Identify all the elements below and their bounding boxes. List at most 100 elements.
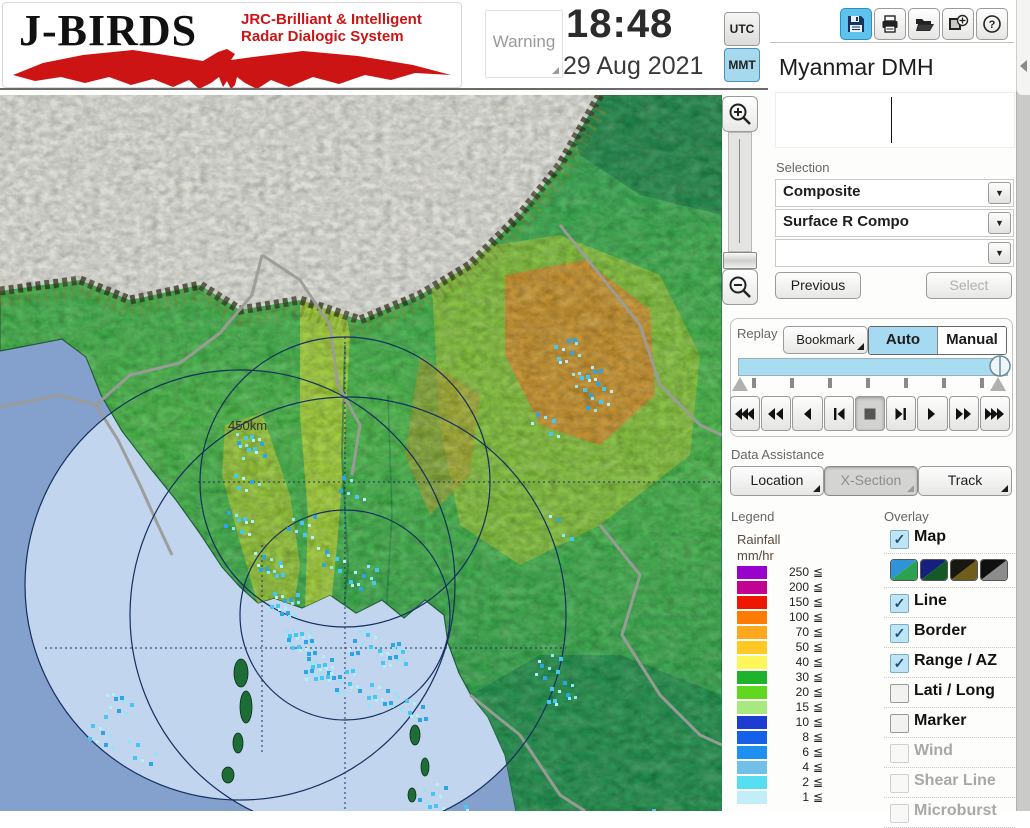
menu-corner-icon [813,485,820,492]
auto-button[interactable]: Auto [869,327,937,354]
legend-color-swatch [737,776,767,789]
eagle-logo-icon [13,49,451,89]
microburst-label: Microburst [914,802,997,819]
line-checkbox[interactable]: ✓ [890,594,909,613]
utc-button[interactable]: UTC [724,12,760,46]
overlay-row-map: ✓ Map [884,524,1015,554]
svg-text:?: ? [989,19,996,31]
legend-value: 70 [795,625,809,639]
legend-value: 150 [788,595,809,609]
step-forward-button[interactable] [886,396,917,431]
dropdown-composite[interactable]: Composite ▼ [775,179,1014,207]
lati-long-checkbox[interactable] [890,684,909,703]
map-style-icon [891,560,917,580]
legend-row: 200 ≦ [737,580,837,595]
chevron-down-icon[interactable]: ▼ [988,182,1011,204]
x-section-button[interactable]: X-Section [824,466,918,496]
select-button[interactable]: Select [926,272,1012,299]
map-style-selector [884,554,1015,588]
logo-subtitle-line1: JRC-Brilliant & Intelligent [241,11,422,28]
step-back-button[interactable] [823,396,854,431]
replay-label: Replay [737,326,778,341]
menu-corner-icon [552,67,559,74]
dropdown-product[interactable]: Surface R Compo ▼ [775,209,1014,237]
print-button[interactable] [874,8,906,40]
slider-tick [828,378,832,388]
warning-button[interactable]: Warning [485,10,563,78]
site-list-box[interactable] [775,92,1015,148]
legend-color-swatch [737,686,767,699]
legend-row: 8 ≦ [737,730,837,745]
overlay-row-marker: Marker [884,708,1015,738]
slider-end-marker[interactable] [990,377,1006,391]
map-checkbox[interactable]: ✓ [890,530,909,549]
stop-button[interactable] [854,396,886,431]
legend-label: Legend [731,509,775,524]
legend-color-swatch [737,671,767,684]
legend-lte-symbol: ≦ [813,640,824,654]
legend-unit-line1: Rainfall [737,532,781,547]
shear-line-label: Shear Line [914,772,996,789]
map-style-2-button[interactable] [920,559,948,581]
zoom-in-button[interactable] [722,96,758,132]
previous-button[interactable]: Previous [775,272,861,299]
map-zoom-control [721,96,761,308]
replay-slider-track[interactable] [738,358,1008,376]
fast-forward-button[interactable] [948,396,979,431]
logo-subtitle-line2: Radar Dialogic System [241,28,404,45]
save-button[interactable] [840,8,872,40]
legend-scale: 250 ≦ 200 ≦ 150 ≦ 100 ≦ 70 ≦ 50 ≦ 40 ≦ 30 ≦ 20 ≦ 15 ≦ 10 ≦ 8 ≦ 6… [737,565,837,805]
legend-row: 50 ≦ [737,640,837,655]
overlay-row-microburst: Microburst [884,798,1015,828]
map-style-1-button[interactable] [890,559,918,581]
help-button[interactable]: ? [976,8,1008,40]
dropdown-composite-value: Composite [783,183,861,200]
add-image-icon [949,14,969,30]
play-button[interactable] [917,396,948,431]
zoom-slider-thumb[interactable] [723,252,757,269]
wind-checkbox[interactable] [890,744,909,763]
zoom-out-button[interactable] [722,269,758,305]
legend-lte-symbol: ≦ [813,730,824,744]
slider-tick [790,378,794,388]
zoom-slider-track[interactable] [728,132,752,252]
dropdown-extra[interactable]: ▼ [775,239,1014,267]
open-folder-button[interactable] [908,8,940,40]
track-button[interactable]: Track [918,466,1012,496]
radar-map[interactable]: 450km [0,94,723,828]
playback-controls [730,396,1011,431]
microburst-checkbox[interactable] [890,804,909,823]
add-image-button[interactable] [942,8,974,40]
legend-lte-symbol: ≦ [813,610,824,624]
button-label: Location [750,472,804,488]
map-style-3-button[interactable] [950,559,978,581]
chevron-down-icon[interactable]: ▼ [988,242,1011,264]
mmt-button[interactable]: MMT [724,48,760,82]
play-back-button[interactable] [792,396,823,431]
panel-collapse-tab[interactable] [1016,0,1030,95]
bookmark-button[interactable]: Bookmark [783,326,868,354]
location-button[interactable]: Location [730,466,824,496]
legend-value: 20 [795,685,809,699]
fastest-forward-button[interactable] [979,396,1010,431]
legend-unit: Rainfall mm/hr [737,532,780,564]
panel-scroll-strip[interactable] [1016,0,1030,811]
stop-icon [864,408,876,419]
chevron-down-icon[interactable]: ▼ [988,212,1011,234]
map-style-4-button[interactable] [980,559,1008,581]
rewind-button[interactable] [761,396,792,431]
overlay-row-shear-line: Shear Line [884,768,1015,798]
legend-lte-symbol: ≦ [813,760,824,774]
open-folder-icon [916,19,934,31]
fast-rewind-button[interactable] [730,396,761,431]
slider-start-marker[interactable] [732,377,748,391]
manual-button[interactable]: Manual [937,327,1006,354]
overlay-row-range-az: ✓ Range / AZ [884,648,1015,678]
marker-checkbox[interactable] [890,714,909,733]
legend-color-swatch [737,761,767,774]
border-checkbox[interactable]: ✓ [890,624,909,643]
shear-line-checkbox[interactable] [890,774,909,793]
range-az-checkbox[interactable]: ✓ [890,654,909,673]
map-canvas: 450km [0,94,723,828]
legend-row: 100 ≦ [737,610,837,625]
